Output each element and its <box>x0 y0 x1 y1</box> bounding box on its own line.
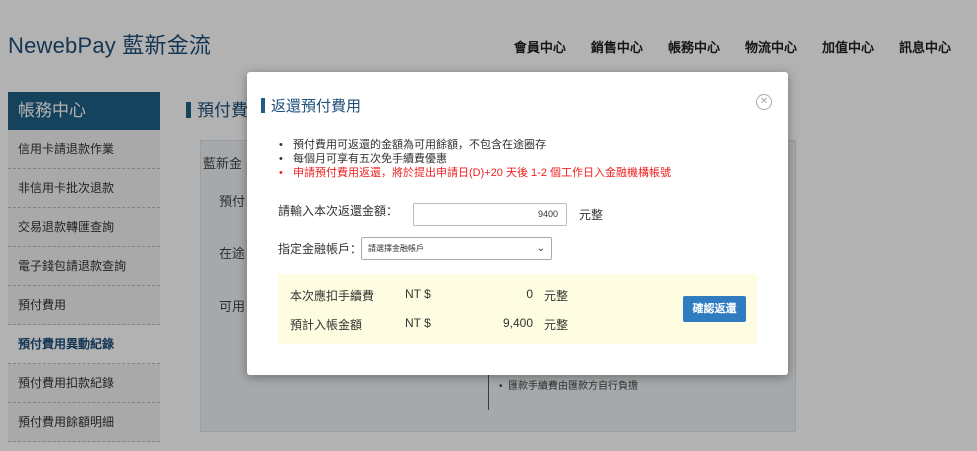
modal-title: 返還預付費用 <box>261 95 361 116</box>
refund-modal: 返還預付費用 ✕ 預付費用可返還的金額為可用餘額，不包含在途圈存 每個月可享有五… <box>247 72 788 375</box>
info-list: 預付費用可返還的金額為可用餘額，不包含在途圈存 每個月可享有五次免手續費優惠 申… <box>279 138 671 180</box>
deposit-currency: NT $ <box>405 316 431 330</box>
confirm-refund-button[interactable]: 確認返還 <box>683 296 746 322</box>
amount-label: 請輸入本次返還金額： <box>278 204 399 218</box>
info-item-warning: 申請預付費用返還，將於提出申請日(D)+20 天後 1-2 個工作日入金融機構帳… <box>279 166 671 180</box>
fee-summary: 本次應扣手續費 NT $ 0 元整 預計入帳金額 NT $ 9,400 元整 確… <box>278 274 757 344</box>
chevron-down-icon: ⌄ <box>536 243 545 254</box>
info-item: 預付費用可返還的金額為可用餘額，不包含在途圈存 <box>279 138 671 152</box>
info-item: 每個月可享有五次免手續費優惠 <box>279 152 671 166</box>
refund-amount-input[interactable]: 9400 <box>413 203 567 226</box>
fee-unit: 元整 <box>544 289 569 303</box>
deposit-value: 9,400 <box>502 316 533 330</box>
close-icon[interactable]: ✕ <box>756 94 772 110</box>
deposit-label: 預計入帳金額 <box>290 318 363 332</box>
amount-unit: 元整 <box>579 208 604 222</box>
deposit-unit: 元整 <box>544 318 569 332</box>
fee-value: 0 <box>526 287 533 301</box>
fee-currency: NT $ <box>405 287 431 301</box>
bank-account-select[interactable]: 請選擇金融帳戶 ⌄ <box>361 237 552 260</box>
account-label: 指定金融帳戶： <box>278 242 363 256</box>
fee-label: 本次應扣手續費 <box>290 289 375 303</box>
